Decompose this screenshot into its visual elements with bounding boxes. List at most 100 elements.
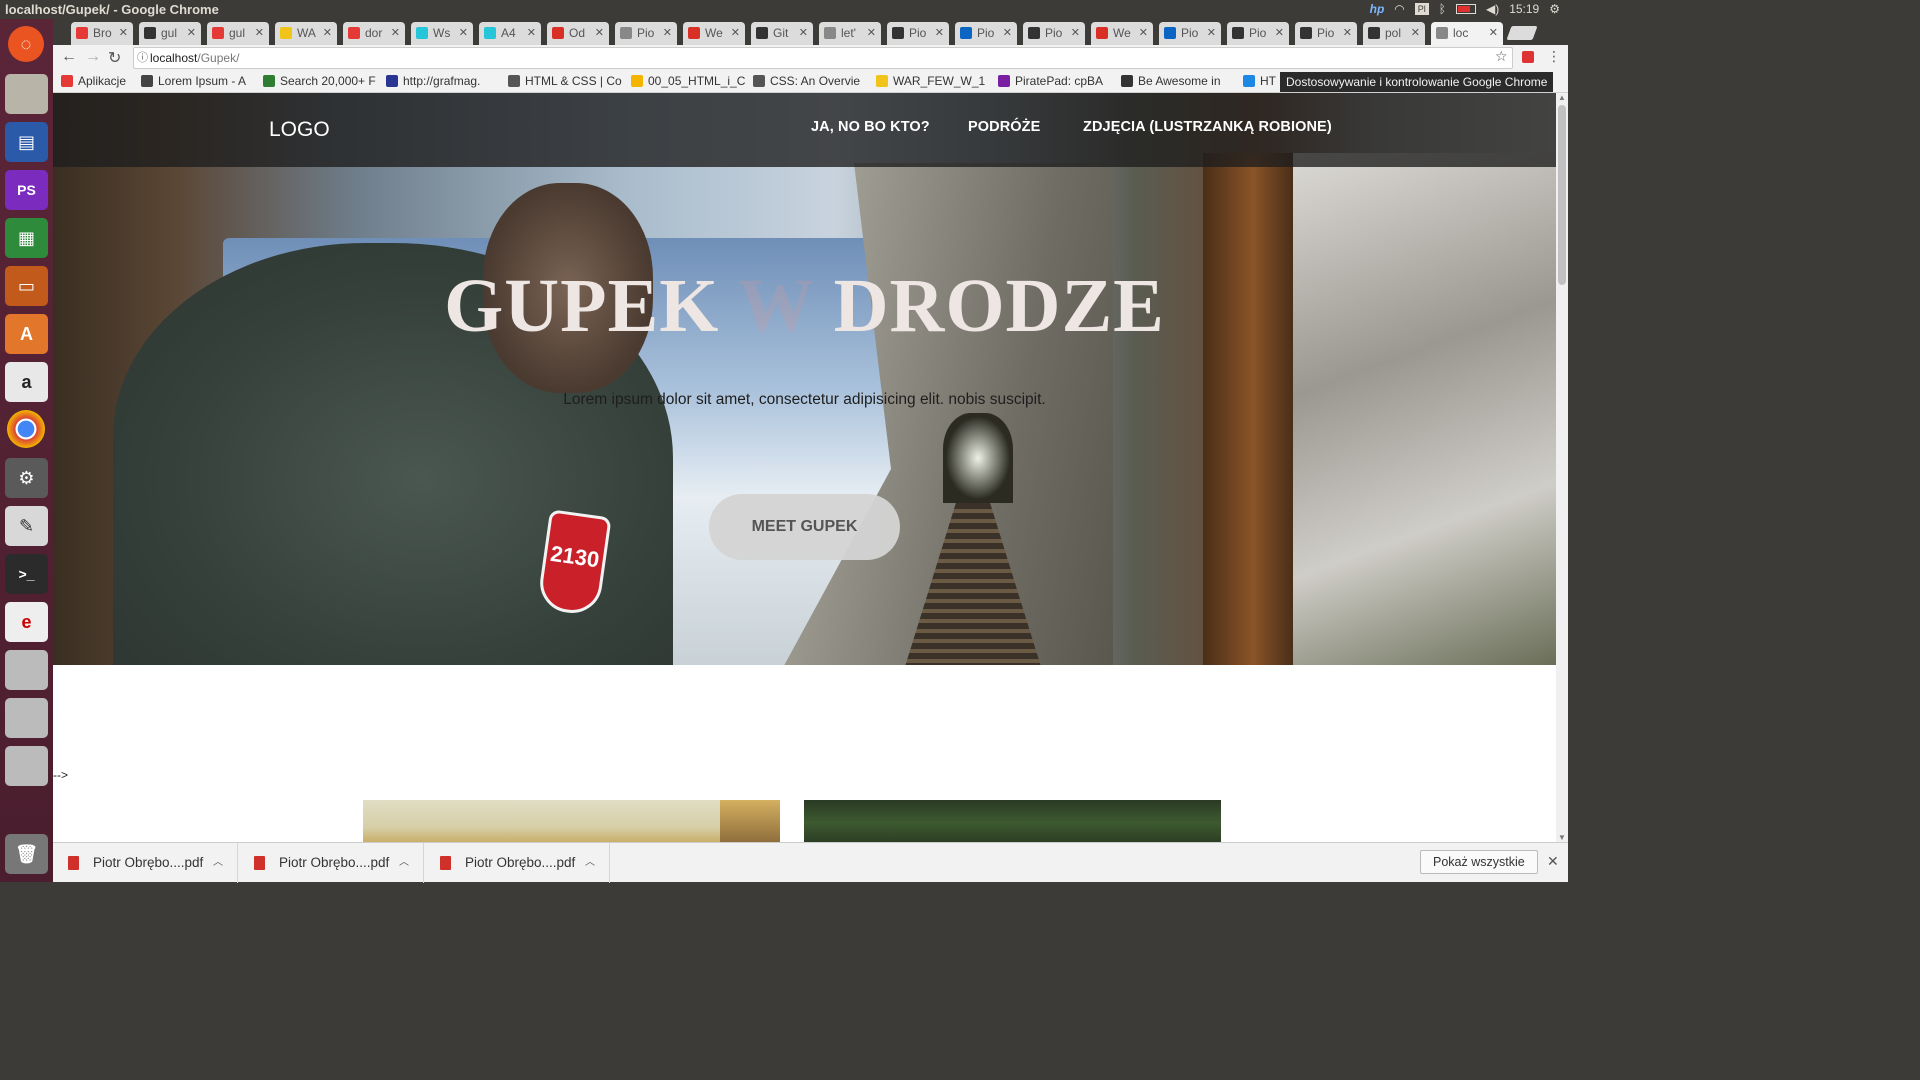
browser-tab[interactable]: pol ✕ <box>1363 22 1425 45</box>
nav-link-travels[interactable]: PODRÓŻE <box>968 119 1040 135</box>
browser-tab[interactable]: gul ✕ <box>139 22 201 45</box>
bookmark-item[interactable]: Search 20,000+ F <box>263 74 376 88</box>
close-icon[interactable]: ✕ <box>1207 22 1216 44</box>
scroll-down-icon[interactable]: ▼ <box>1558 833 1566 842</box>
browser-tab[interactable]: WA ✕ <box>275 22 337 45</box>
browser-tab[interactable]: let' ✕ <box>819 22 881 45</box>
browser-tab[interactable]: gul ✕ <box>207 22 269 45</box>
site-logo[interactable]: LOGO <box>269 118 330 142</box>
close-icon[interactable]: ✕ <box>663 22 672 44</box>
close-icon[interactable]: ✕ <box>1411 22 1420 44</box>
close-icon[interactable]: ✕ <box>527 22 536 44</box>
bookmark-item[interactable]: WAR_FEW_W_1 <box>876 74 985 88</box>
writer-icon[interactable]: ▤ <box>5 122 48 162</box>
close-icon[interactable]: ✕ <box>323 22 332 44</box>
scrollbar-thumb[interactable] <box>1558 105 1566 285</box>
gear-icon[interactable]: ⚙ <box>1549 2 1560 16</box>
reload-icon[interactable]: ↻ <box>108 48 121 68</box>
browser-tab[interactable]: Pio ✕ <box>615 22 677 45</box>
chevron-up-icon[interactable]: ︿ <box>399 843 409 883</box>
close-icon[interactable]: ✕ <box>1071 22 1080 44</box>
close-icon[interactable]: ✕ <box>119 22 128 44</box>
close-icon[interactable]: ✕ <box>1275 22 1284 44</box>
chrome-menu-icon[interactable]: ⋮ <box>1547 48 1561 65</box>
browser-tab-active[interactable]: loc ✕ <box>1431 22 1503 45</box>
bookmark-item[interactable]: Aplikacje <box>61 74 126 88</box>
trash-icon[interactable]: 🗑 <box>5 834 48 874</box>
chrome-icon[interactable] <box>7 410 45 448</box>
browser-tab[interactable]: We ✕ <box>1091 22 1153 45</box>
browser-tab[interactable]: Bro ✕ <box>71 22 133 45</box>
wifi-icon[interactable]: ◠ <box>1394 2 1404 16</box>
system-settings-icon[interactable]: ⚙ <box>5 458 48 498</box>
new-tab-button[interactable] <box>1506 26 1538 40</box>
volume-icon[interactable]: ◀) <box>1486 2 1499 16</box>
gallery-thumbnail[interactable] <box>804 800 1221 842</box>
software-center-icon[interactable]: A <box>5 314 48 354</box>
phpstorm-icon[interactable]: PS <box>5 170 48 210</box>
page-scrollbar[interactable]: ▲ ▼ <box>1556 93 1568 842</box>
close-icon[interactable]: ✕ <box>391 22 400 44</box>
close-icon[interactable]: ✕ <box>935 22 944 44</box>
bookmark-item[interactable]: 00_05_HTML_i_C <box>631 74 745 88</box>
browser-tab[interactable]: dor ✕ <box>343 22 405 45</box>
terminal-icon[interactable]: >_ <box>5 554 48 594</box>
browser-tab[interactable]: Pio ✕ <box>1023 22 1085 45</box>
back-arrow-icon[interactable]: ← <box>61 48 77 66</box>
gallery-thumbnail[interactable] <box>363 800 780 842</box>
file-manager-icon[interactable] <box>5 74 48 114</box>
pdf-viewer-icon[interactable]: e <box>5 602 48 642</box>
close-icon[interactable]: ✕ <box>187 22 196 44</box>
close-icon[interactable]: ✕ <box>1139 22 1148 44</box>
nav-link-about[interactable]: JA, NO BO KTO? <box>811 119 930 135</box>
browser-tab[interactable]: Od ✕ <box>547 22 609 45</box>
close-icon[interactable]: ✕ <box>1547 853 1559 870</box>
amazon-icon[interactable]: a <box>5 362 48 402</box>
extension-icon[interactable] <box>1522 51 1534 63</box>
download-item[interactable]: Piotr Obrębo....pdf ︿ <box>53 843 238 883</box>
chevron-up-icon[interactable]: ︿ <box>585 843 595 883</box>
hp-icon[interactable]: hp <box>1370 2 1385 16</box>
address-bar[interactable]: ⓘ localhost/Gupek/ <box>133 47 1513 69</box>
close-icon[interactable]: ✕ <box>459 22 468 44</box>
bookmark-star-icon[interactable]: ☆ <box>1495 48 1508 65</box>
close-icon[interactable]: ✕ <box>731 22 740 44</box>
close-icon[interactable]: ✕ <box>1489 22 1498 44</box>
drive-icon[interactable] <box>5 650 48 690</box>
meet-gupek-button[interactable]: MEET GUPEK <box>709 494 900 560</box>
nav-link-photos[interactable]: ZDJĘCIA (LUSTRZANKĄ ROBIONE) <box>1083 119 1332 135</box>
close-icon[interactable]: ✕ <box>799 22 808 44</box>
browser-tab[interactable]: Pio ✕ <box>955 22 1017 45</box>
close-icon[interactable]: ✕ <box>595 22 604 44</box>
bookmark-item[interactable]: http://grafmag. <box>386 74 480 88</box>
calc-icon[interactable]: ▦ <box>5 218 48 258</box>
drive-icon[interactable] <box>5 746 48 786</box>
browser-tab[interactable]: Pio ✕ <box>1295 22 1357 45</box>
bookmark-item[interactable]: Be Awesome in <box>1121 74 1221 88</box>
impress-icon[interactable]: ▭ <box>5 266 48 306</box>
bookmark-item[interactable]: Lorem Ipsum - A <box>141 74 246 88</box>
browser-tab[interactable]: Pio ✕ <box>1227 22 1289 45</box>
browser-tab[interactable]: Pio ✕ <box>887 22 949 45</box>
drive-icon[interactable] <box>5 698 48 738</box>
battery-icon[interactable] <box>1455 4 1476 14</box>
browser-tab[interactable]: Ws ✕ <box>411 22 473 45</box>
keyboard-layout-indicator[interactable]: Pl <box>1414 3 1429 15</box>
show-all-downloads-button[interactable]: Pokaż wszystkie <box>1420 850 1538 874</box>
bluetooth-icon[interactable]: ᛒ <box>1439 2 1446 16</box>
close-icon[interactable]: ✕ <box>255 22 264 44</box>
browser-tab[interactable]: We ✕ <box>683 22 745 45</box>
bookmark-item[interactable]: HT <box>1243 74 1276 88</box>
clock[interactable]: 15:19 <box>1509 2 1539 16</box>
text-editor-icon[interactable]: ✎ <box>5 506 48 546</box>
scroll-up-icon[interactable]: ▲ <box>1558 93 1566 102</box>
download-item[interactable]: Piotr Obrębo....pdf ︿ <box>425 843 610 883</box>
download-item[interactable]: Piotr Obrębo....pdf ︿ <box>239 843 424 883</box>
chevron-up-icon[interactable]: ︿ <box>213 843 223 883</box>
close-icon[interactable]: ✕ <box>1003 22 1012 44</box>
browser-tab[interactable]: Git ✕ <box>751 22 813 45</box>
forward-arrow-icon[interactable]: → <box>85 48 101 66</box>
browser-tab[interactable]: Pio ✕ <box>1159 22 1221 45</box>
bookmark-item[interactable]: CSS: An Overvie <box>753 74 860 88</box>
info-icon[interactable]: ⓘ <box>137 48 148 68</box>
